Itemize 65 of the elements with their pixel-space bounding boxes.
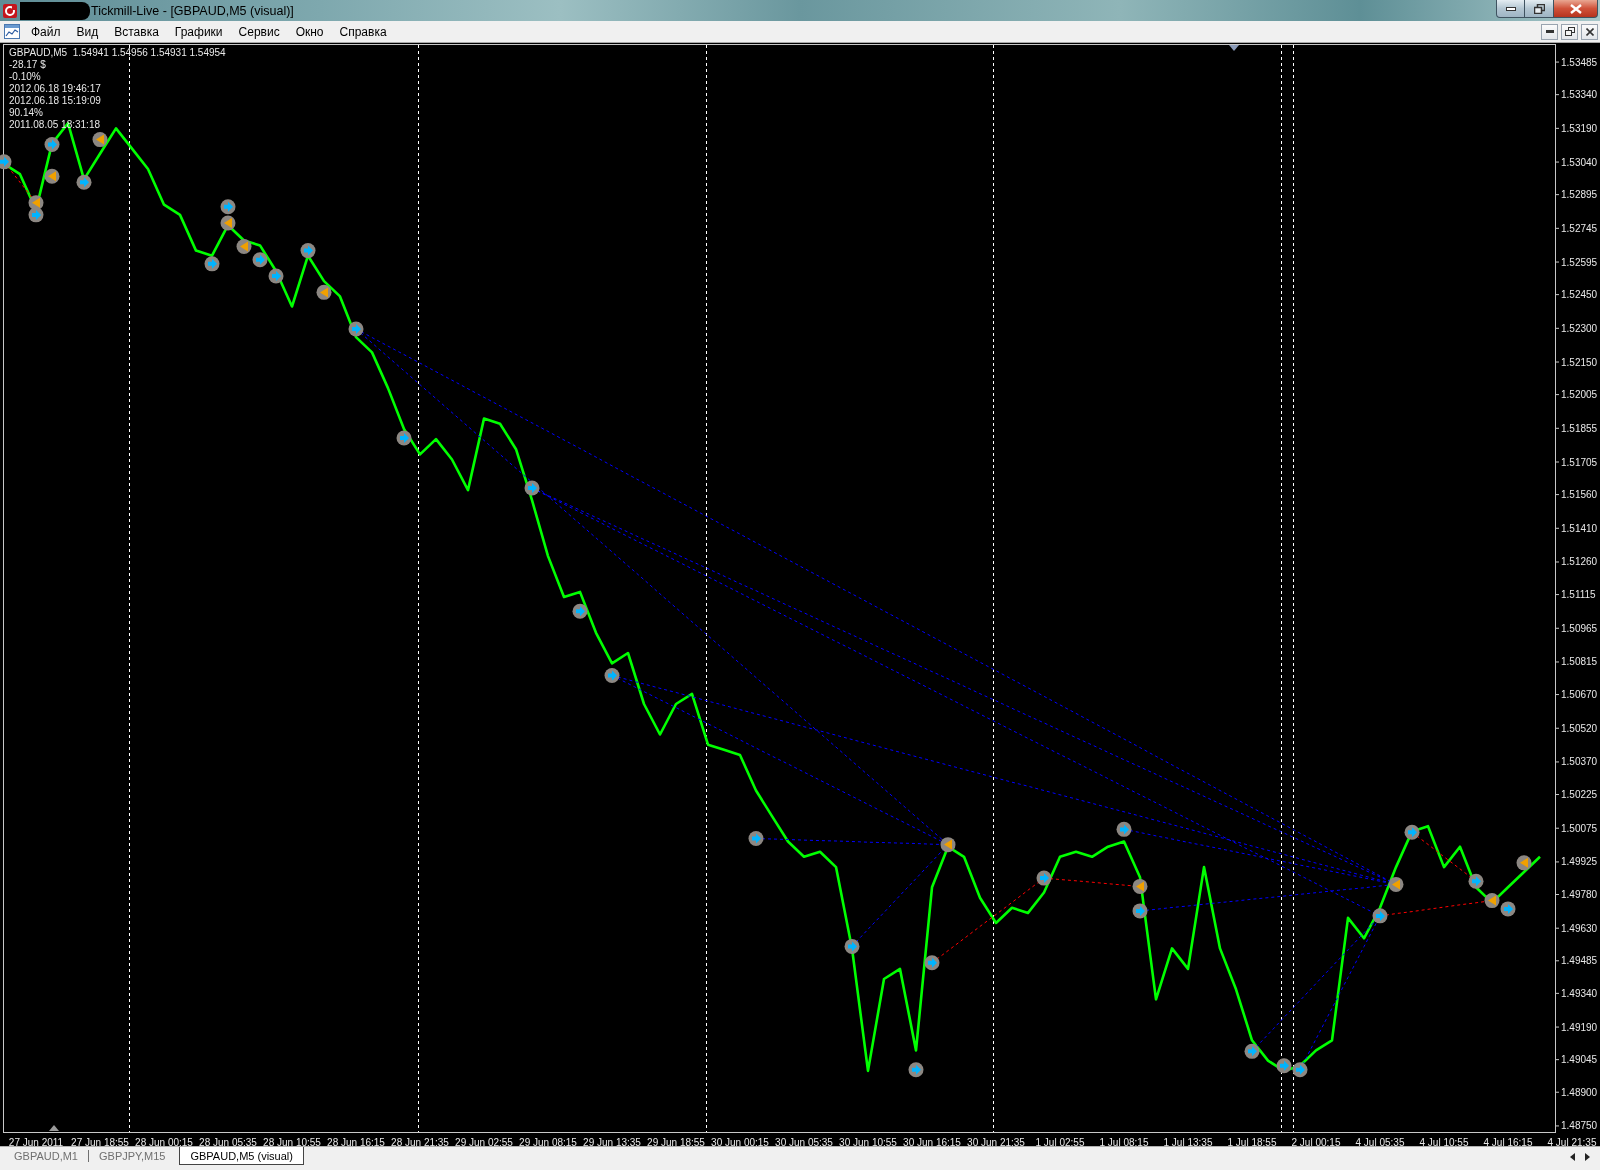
y-axis-label: 1.51115 bbox=[1561, 589, 1596, 601]
x-axis-label: 29 Jun 08:15 bbox=[519, 1137, 577, 1146]
chart-info-text: 90.14% bbox=[9, 107, 44, 119]
x-axis-label: 29 Jun 18:55 bbox=[647, 1137, 705, 1146]
y-axis-label: 1.50965 bbox=[1561, 622, 1598, 634]
x-axis-label: 29 Jun 02:55 bbox=[455, 1137, 513, 1146]
y-axis-label: 1.51855 bbox=[1561, 422, 1598, 434]
x-axis-label: 4 Jul 21:35 bbox=[1547, 1137, 1597, 1146]
x-axis-label: 28 Jun 21:35 bbox=[391, 1137, 449, 1146]
window-title: Tickmill-Live - [GBPAUD,M5 (visual)] bbox=[91, 3, 294, 18]
y-axis-label: 1.50815 bbox=[1561, 656, 1598, 668]
y-axis-label: 1.48900 bbox=[1561, 1086, 1598, 1098]
y-axis-label: 1.49630 bbox=[1561, 922, 1598, 934]
y-axis-label: 1.52150 bbox=[1561, 356, 1598, 368]
x-axis-label: 30 Jun 16:15 bbox=[903, 1137, 961, 1146]
x-axis-label: 28 Jun 10:55 bbox=[263, 1137, 321, 1146]
y-axis-label: 1.52595 bbox=[1561, 256, 1598, 268]
chart-info-text: GBPAUD,M5 1.54941 1.54956 1.54931 1.54954 bbox=[9, 47, 226, 59]
y-axis-label: 1.49925 bbox=[1561, 856, 1598, 868]
x-axis-label: 4 Jul 10:55 bbox=[1419, 1137, 1469, 1146]
x-axis-label: 29 Jun 13:35 bbox=[583, 1137, 641, 1146]
x-axis-label: 1 Jul 08:15 bbox=[1099, 1137, 1149, 1146]
y-axis-label: 1.49780 bbox=[1561, 889, 1598, 900]
x-axis-label: 2 Jul 00:15 bbox=[1291, 1137, 1341, 1146]
x-axis-label: 30 Jun 21:35 bbox=[967, 1137, 1025, 1146]
y-axis-label: 1.52895 bbox=[1561, 189, 1598, 201]
y-axis-label: 1.50670 bbox=[1561, 689, 1598, 701]
x-axis-label: 1 Jul 13:35 bbox=[1163, 1137, 1213, 1146]
x-axis-label: 4 Jul 16:15 bbox=[1483, 1137, 1533, 1146]
chart-info-text: -28.17 $ bbox=[9, 59, 47, 71]
y-axis-label: 1.53040 bbox=[1561, 156, 1598, 168]
y-axis-label: 1.50520 bbox=[1561, 722, 1598, 734]
x-axis-label: 28 Jun 16:15 bbox=[327, 1137, 385, 1146]
y-axis-label: 1.50225 bbox=[1561, 789, 1598, 801]
x-axis-label: 1 Jul 02:55 bbox=[1035, 1137, 1085, 1146]
y-axis-label: 1.53340 bbox=[1561, 89, 1598, 101]
x-axis-label: 30 Jun 10:55 bbox=[839, 1137, 897, 1146]
y-axis-label: 1.52005 bbox=[1561, 389, 1598, 401]
chart-info-text: -0.10% bbox=[9, 71, 42, 83]
y-axis-label: 1.51705 bbox=[1561, 456, 1598, 468]
chart-info-text: 2012.06.18 15:19:09 bbox=[9, 95, 102, 107]
y-axis-label: 1.50370 bbox=[1561, 756, 1598, 768]
x-axis-label: 4 Jul 05:35 bbox=[1355, 1137, 1405, 1146]
x-axis-label: 28 Jun 00:15 bbox=[135, 1137, 193, 1146]
y-axis-label: 1.49340 bbox=[1561, 987, 1598, 999]
y-axis-label: 1.52745 bbox=[1561, 222, 1598, 234]
y-axis-label: 1.51410 bbox=[1561, 522, 1598, 534]
y-axis-label: 1.49045 bbox=[1561, 1054, 1598, 1066]
y-axis-label: 1.50075 bbox=[1561, 822, 1598, 834]
y-axis-label: 1.51260 bbox=[1561, 556, 1598, 568]
x-axis-label: 28 Jun 05:35 bbox=[199, 1137, 257, 1146]
x-axis-label: 1 Jul 18:55 bbox=[1227, 1137, 1277, 1146]
y-axis-label: 1.49485 bbox=[1561, 955, 1598, 967]
x-axis-label: 27 Jun 18:55 bbox=[71, 1137, 129, 1146]
x-axis-label: 30 Jun 00:15 bbox=[711, 1137, 769, 1146]
y-axis-label: 1.53485 bbox=[1561, 56, 1598, 68]
x-axis-label: 27 Jun 2011 bbox=[8, 1137, 64, 1146]
chart-info-text: 2012.06.18 19:46:17 bbox=[9, 83, 102, 95]
y-axis-label: 1.52300 bbox=[1561, 322, 1598, 334]
y-axis-label: 1.51560 bbox=[1561, 489, 1598, 501]
y-axis-label: 1.49190 bbox=[1561, 1021, 1598, 1033]
y-axis-label: 1.48750 bbox=[1561, 1120, 1598, 1132]
x-axis-label: 30 Jun 05:35 bbox=[775, 1137, 833, 1146]
y-axis-label: 1.53190 bbox=[1561, 122, 1598, 134]
y-axis-label: 1.52450 bbox=[1561, 289, 1598, 301]
